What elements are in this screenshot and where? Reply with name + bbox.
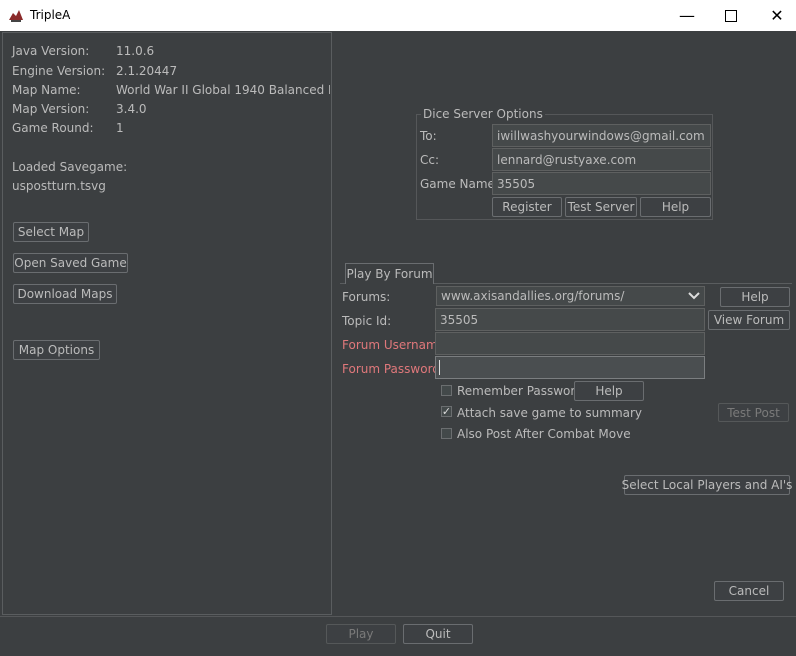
maximize-button[interactable] <box>708 0 754 31</box>
bottom-bar <box>0 616 796 653</box>
play-button[interactable]: Play <box>326 624 396 644</box>
dice-game-name-field[interactable]: 35505 <box>492 172 711 195</box>
triplea-app-icon <box>9 10 23 22</box>
dice-help-button[interactable]: Help <box>640 197 711 217</box>
remember-password-label: Remember Password <box>457 384 583 398</box>
remember-help-button[interactable]: Help <box>574 381 644 401</box>
dice-game-name-label: Game Name: <box>420 177 499 191</box>
minimize-button[interactable]: — <box>664 0 710 31</box>
test-server-button[interactable]: Test Server <box>565 197 637 217</box>
also-post-after-combat-label: Also Post After Combat Move <box>457 427 631 441</box>
also-post-after-combat-checkbox[interactable] <box>441 428 452 439</box>
close-icon: ✕ <box>770 6 784 25</box>
select-local-players-button[interactable]: Select Local Players and AI's <box>622 475 792 495</box>
dice-cc-label: Cc: <box>420 153 440 167</box>
map-name-value: World War II Global 1940 Balanced Mod3 <box>116 83 330 97</box>
java-version-label: Java Version: <box>12 44 90 58</box>
tab-play-by-forum[interactable]: Play By Forum <box>345 263 434 284</box>
maximize-icon <box>725 9 737 22</box>
forums-selected-value: www.axisandallies.org/forums/ <box>441 289 625 303</box>
text-cursor <box>439 360 440 375</box>
topic-id-field[interactable]: 35505 <box>435 308 705 331</box>
dice-cc-field[interactable]: lennard@rustyaxe.com <box>492 148 711 171</box>
view-forum-button[interactable]: View Forum <box>708 310 790 330</box>
forum-password-label: Forum Password <box>342 362 440 376</box>
map-name-label: Map Name: <box>12 83 81 97</box>
attach-save-game-label: Attach save game to summary <box>457 406 643 420</box>
title-bar: TripleA — ✕ <box>0 0 796 31</box>
java-version-value: 11.0.6 <box>116 44 155 58</box>
attach-save-game-checkbox[interactable]: ✓ <box>441 406 452 417</box>
minimize-icon: — <box>679 6 695 25</box>
select-map-button[interactable]: Select Map <box>13 222 89 242</box>
dice-server-options-title: Dice Server Options <box>421 107 545 121</box>
map-options-button[interactable]: Map Options <box>13 340 100 360</box>
download-maps-button[interactable]: Download Maps <box>13 284 117 304</box>
checkmark-icon: ✓ <box>441 405 452 418</box>
remember-password-checkbox[interactable] <box>441 385 452 396</box>
forum-help-button[interactable]: Help <box>720 287 790 307</box>
test-post-button[interactable]: Test Post <box>718 403 789 422</box>
forum-username-label: Forum Username <box>342 338 446 352</box>
close-button[interactable]: ✕ <box>754 0 796 31</box>
cancel-button[interactable]: Cancel <box>714 581 784 601</box>
game-round-label: Game Round: <box>12 121 94 135</box>
game-info-panel <box>2 32 332 615</box>
quit-button[interactable]: Quit <box>403 624 473 644</box>
topic-id-label: Topic Id: <box>342 314 392 328</box>
forums-label: Forums: <box>342 290 391 304</box>
open-saved-game-button[interactable]: Open Saved Game <box>13 253 128 273</box>
map-version-value: 3.4.0 <box>116 102 147 116</box>
loaded-savegame-file: uspostturn.tsvg <box>12 179 106 193</box>
game-round-value: 1 <box>116 121 124 135</box>
map-version-label: Map Version: <box>12 102 90 116</box>
chevron-down-icon <box>688 292 700 300</box>
window-title: TripleA <box>30 8 71 22</box>
engine-version-label: Engine Version: <box>12 64 106 78</box>
register-button[interactable]: Register <box>492 197 562 217</box>
loaded-savegame-label: Loaded Savegame: <box>12 160 128 174</box>
forum-username-field[interactable] <box>435 332 705 355</box>
forums-select[interactable]: www.axisandallies.org/forums/ <box>436 286 705 306</box>
dice-to-field[interactable]: iwillwashyourwindows@gmail.com <box>492 124 711 147</box>
dice-to-label: To: <box>420 129 437 143</box>
forum-password-field[interactable] <box>435 356 705 379</box>
engine-version-value: 2.1.20447 <box>116 64 178 78</box>
